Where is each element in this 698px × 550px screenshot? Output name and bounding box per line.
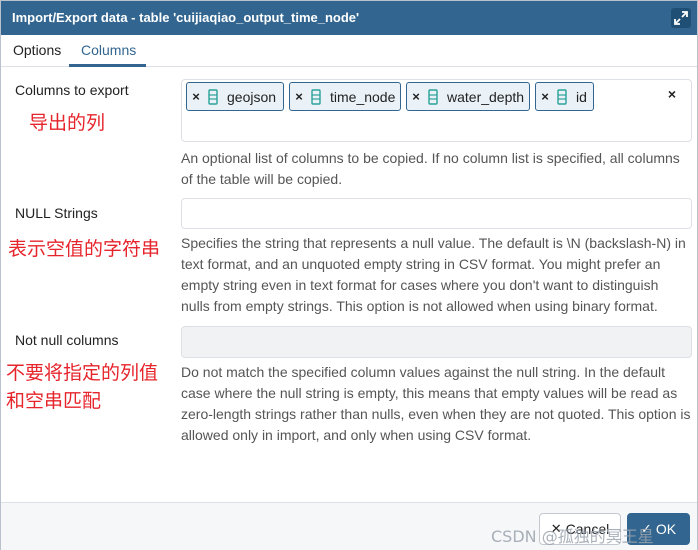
tab-bar: Options Columns <box>1 35 697 67</box>
tab-options[interactable]: Options <box>13 42 61 58</box>
null-strings-annotation: 表示空值的字符串 <box>8 238 161 260</box>
not-null-columns-input[interactable] <box>181 326 692 358</box>
dialog-footer: ✕ Cancel ✓ OK CSDN @孤独的冥王星 <box>1 502 697 550</box>
import-export-dialog: Import/Export data - table 'cuijiaqiao_o… <box>0 0 698 550</box>
columns-panel: Columns to export 导出的列 × geojson × time_… <box>1 68 697 502</box>
remove-chip-button[interactable]: × <box>536 89 554 104</box>
remove-chip-button[interactable]: × <box>290 89 308 104</box>
column-chip-geojson: × geojson <box>186 82 284 111</box>
not-null-columns-annotation-line1: 不要将指定的列值 <box>6 362 159 384</box>
active-tab-indicator <box>69 64 146 67</box>
column-icon <box>425 88 441 106</box>
dialog-titlebar[interactable]: Import/Export data - table 'cuijiaqiao_o… <box>1 1 697 35</box>
column-icon <box>205 88 221 106</box>
expand-arrows-icon <box>674 11 688 25</box>
columns-select[interactable]: × geojson × time_node × water_depth × id… <box>181 79 692 142</box>
column-chip-water-depth: × water_depth <box>406 82 530 111</box>
null-strings-help: Specifies the string that represents a n… <box>181 235 686 314</box>
not-null-columns-label: Not null columns <box>15 332 119 348</box>
not-null-columns-annotation-line2: 和空串匹配 <box>6 390 102 412</box>
tab-columns[interactable]: Columns <box>81 42 136 58</box>
column-icon <box>308 88 324 106</box>
columns-to-export-label: Columns to export <box>15 82 129 98</box>
clear-all-columns-button[interactable]: × <box>668 86 676 102</box>
column-chip-time-node: × time_node <box>289 82 401 111</box>
not-null-columns-help: Do not match the specified column values… <box>181 364 691 443</box>
null-strings-input[interactable] <box>181 198 692 229</box>
column-icon <box>554 88 570 106</box>
chip-label: time_node <box>330 88 396 105</box>
watermark: CSDN @孤独的冥王星 <box>491 527 654 546</box>
column-chip-id: × id <box>535 82 594 111</box>
ok-label: OK <box>655 521 677 537</box>
maximize-button[interactable] <box>671 8 691 28</box>
null-strings-label: NULL Strings <box>15 205 98 221</box>
remove-chip-button[interactable]: × <box>407 89 425 104</box>
chip-label: water_depth <box>447 88 525 105</box>
columns-to-export-help: An optional list of columns to be copied… <box>181 150 680 187</box>
chip-label: id <box>576 88 587 105</box>
columns-to-export-annotation: 导出的列 <box>29 112 106 134</box>
chip-label: geojson <box>227 88 277 105</box>
dialog-title: Import/Export data - table 'cuijiaqiao_o… <box>12 10 360 25</box>
remove-chip-button[interactable]: × <box>187 89 205 104</box>
